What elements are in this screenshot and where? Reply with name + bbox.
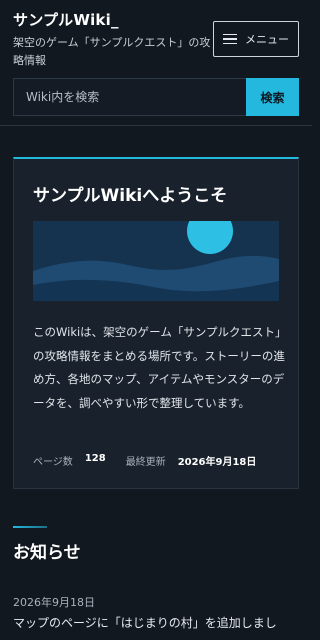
page-count-label: ページ数 (33, 457, 73, 468)
menu-button[interactable]: メニュー (213, 21, 299, 57)
search-input[interactable] (13, 78, 246, 116)
news-item-link[interactable]: マップのページに「はじまりの村」を追加しまし (13, 613, 312, 633)
search-button[interactable]: 検索 (246, 78, 299, 116)
welcome-card: サンプルWikiへようこそ このWikiは、架空のゲーム「サンプルクエスト」の攻… (13, 157, 299, 489)
menu-label: メニュー (245, 34, 289, 46)
welcome-title: サンプルWikiへようこそ (33, 186, 228, 206)
last-updated-value: 2026年9月18日 (177, 457, 257, 468)
news-heading: お知らせ (13, 543, 81, 563)
search-bar: 検索 (13, 78, 299, 116)
news-date: 2026年9月18日 (13, 596, 95, 609)
news-heading-accent (13, 526, 47, 528)
page-count-value: 128 (84, 453, 106, 464)
site-title[interactable]: サンプルWiki_ (13, 9, 119, 30)
welcome-description: このWikiは、架空のゲーム「サンプルクエスト」の攻略情報をまとめる場所です。ス… (33, 325, 285, 410)
last-updated-label: 最終更新 (125, 457, 166, 468)
site-subtitle: 架空のゲーム「サンプルクエスト」の攻略情報 (13, 36, 211, 67)
site-stats: ページ数 128 最終更新 2026年9月18日 (33, 453, 256, 468)
site-header: サンプルWiki_ 架空のゲーム「サンプルクエスト」の攻略情報 メニュー 検索 (0, 0, 312, 126)
hamburger-icon (223, 33, 237, 45)
hero-illustration (33, 221, 279, 301)
page: サンプルWiki_ 架空のゲーム「サンプルクエスト」の攻略情報 メニュー 検索 … (0, 0, 312, 640)
